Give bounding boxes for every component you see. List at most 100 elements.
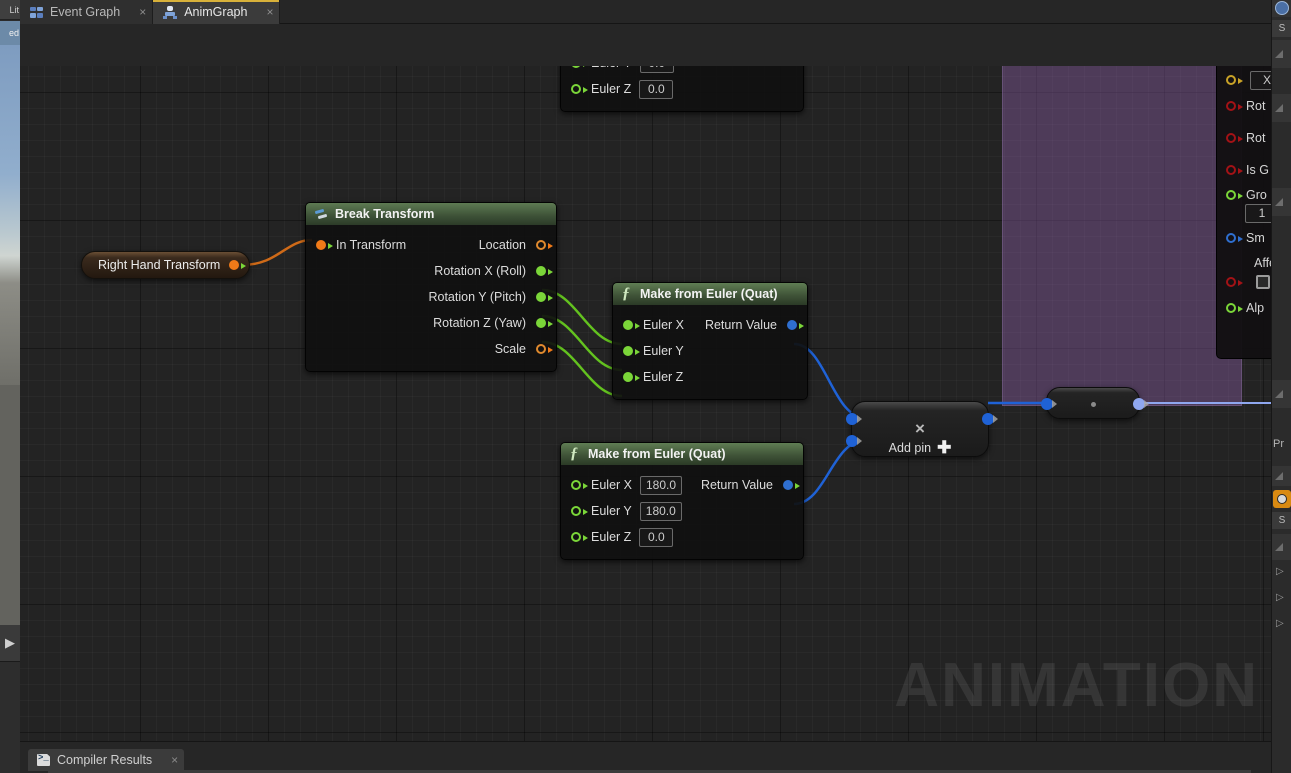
- input-negate-x[interactable]: X: [1250, 70, 1271, 90]
- triangle-collapse-icon[interactable]: [1275, 50, 1283, 58]
- function-icon: ƒ: [570, 445, 578, 462]
- node-header[interactable]: ƒ Make from Euler (Quat): [561, 443, 803, 465]
- right-dock-section-2[interactable]: [1272, 94, 1291, 122]
- chevron-right-icon-2[interactable]: ▷: [1276, 592, 1284, 603]
- pin-label: Sm: [1246, 231, 1265, 245]
- pin-reroute-input[interactable]: [1041, 398, 1057, 410]
- pin-euler-z[interactable]: [623, 372, 640, 382]
- pin-label: Euler Z: [591, 82, 632, 96]
- node-row: Rot: [1217, 122, 1271, 154]
- pin-smooth[interactable]: [1226, 233, 1243, 243]
- checkbox-affects[interactable]: [1256, 275, 1270, 289]
- node-body: In Transform Location Rotation X (Roll) …: [306, 225, 556, 371]
- pin-label: Rotation X (Roll): [434, 264, 526, 278]
- tab-anim-graph[interactable]: AnimGraph ×: [153, 0, 281, 24]
- pin-return-value[interactable]: [783, 480, 800, 490]
- input-euler-x[interactable]: 180.0: [640, 475, 683, 495]
- right-dock-label-s2[interactable]: S: [1272, 512, 1291, 529]
- pin-is-grounded[interactable]: [1226, 165, 1243, 175]
- close-icon[interactable]: ×: [171, 753, 178, 767]
- node-clipped-right[interactable]: Neg X Rot Rot Is G Gro: [1216, 41, 1271, 359]
- right-dock-section-1[interactable]: [1272, 40, 1291, 68]
- pin-rotation-x-roll[interactable]: [536, 266, 553, 276]
- right-dock-section-6[interactable]: [1272, 534, 1291, 560]
- tab-label: Compiler Results: [57, 753, 153, 767]
- pin-multiply-output[interactable]: [982, 413, 998, 425]
- input-ground-value[interactable]: 1: [1245, 203, 1271, 223]
- pin-in-transform[interactable]: [316, 240, 333, 250]
- right-dock-section-3[interactable]: [1272, 188, 1291, 216]
- left-sliver-tab[interactable]: Lit: [0, 0, 20, 20]
- pin-alpha[interactable]: [1226, 303, 1243, 313]
- pin-label: Scale: [494, 342, 526, 356]
- triangle-collapse-icon[interactable]: [1275, 104, 1283, 112]
- node-right-hand-transform[interactable]: Right Hand Transform: [81, 251, 251, 279]
- globe-icon[interactable]: [1275, 1, 1289, 15]
- right-dock-strip: S Pr S ▷ ▷ ▷: [1271, 0, 1291, 773]
- close-icon[interactable]: ×: [266, 5, 273, 19]
- node-row: In Transform Location: [306, 232, 556, 258]
- pin-negate[interactable]: [1226, 75, 1243, 85]
- graph-canvas[interactable]: ANIMATION ƒ Euler X 180.0 Return Value: [20, 24, 1271, 741]
- pin-euler-x[interactable]: [623, 320, 640, 330]
- tab-label: Event Graph: [50, 5, 121, 19]
- node-make-from-euler-mid[interactable]: ƒ Make from Euler (Quat) Euler X Return …: [612, 282, 808, 400]
- right-dock-section-5[interactable]: [1272, 466, 1291, 486]
- left-sliver-toolbar[interactable]: ed: [0, 21, 20, 45]
- pin-label: Euler Z: [591, 530, 632, 544]
- chevron-right-icon-3[interactable]: ▷: [1276, 618, 1284, 629]
- node-row: Euler Y: [613, 338, 807, 364]
- node-row: Sm: [1217, 222, 1271, 254]
- pin-location[interactable]: [536, 240, 553, 250]
- chevron-right-icon-1[interactable]: ▷: [1276, 566, 1284, 577]
- right-dock-section-4[interactable]: [1272, 380, 1291, 408]
- pin-output[interactable]: [229, 260, 247, 270]
- selected-item-indicator[interactable]: [1273, 490, 1291, 508]
- node-header[interactable]: ƒ Make from Euler (Quat): [613, 283, 807, 305]
- pin-rotation-y-pitch[interactable]: [536, 292, 553, 302]
- pin-scale[interactable]: [536, 344, 553, 354]
- close-icon[interactable]: ×: [139, 5, 146, 19]
- triangle-collapse-icon[interactable]: [1275, 472, 1283, 480]
- node-break-transform[interactable]: Break Transform In Transform Location Ro…: [305, 202, 557, 372]
- pin-euler-z[interactable]: [571, 84, 588, 94]
- node-make-from-euler-bottom[interactable]: ƒ Make from Euler (Quat) Euler X 180.0 R…: [560, 442, 804, 560]
- input-euler-z[interactable]: 0.0: [639, 79, 674, 99]
- pin-euler-x[interactable]: [571, 480, 588, 490]
- pin-euler-y[interactable]: [623, 346, 640, 356]
- left-sliver-viewport-lower: [0, 385, 20, 625]
- left-sliver-expand-arrow[interactable]: ▶: [0, 625, 20, 661]
- tab-compiler-results[interactable]: Compiler Results ×: [28, 749, 185, 771]
- pin-multiply-input-a[interactable]: [846, 413, 862, 425]
- triangle-collapse-icon[interactable]: [1275, 390, 1283, 398]
- pin-affects[interactable]: [1226, 277, 1243, 287]
- node-reroute[interactable]: [1041, 387, 1149, 419]
- pin-label: Euler Y: [591, 504, 632, 518]
- node-title: Break Transform: [335, 207, 435, 221]
- node-body: Euler X 180.0 Return Value Euler Y 180.0…: [561, 465, 803, 559]
- pin-rotation-b[interactable]: [1226, 133, 1243, 143]
- input-euler-z[interactable]: 0.0: [639, 527, 674, 547]
- node-multiply-quat[interactable]: × Add pin ✚: [846, 401, 998, 458]
- pin-euler-y[interactable]: [571, 506, 588, 516]
- pin-multiply-input-b[interactable]: [846, 435, 862, 447]
- add-pin-button[interactable]: Add pin ✚: [889, 438, 952, 458]
- node-header[interactable]: Break Transform: [306, 203, 556, 225]
- grid-blueprint-icon: [30, 6, 43, 18]
- add-pin-label: Add pin: [888, 441, 932, 455]
- pin-reroute-output[interactable]: [1133, 398, 1149, 410]
- input-euler-y[interactable]: 180.0: [639, 501, 682, 521]
- tab-label: AnimGraph: [184, 5, 248, 19]
- node-row: Rotation Y (Pitch): [306, 284, 556, 310]
- triangle-collapse-icon[interactable]: [1275, 198, 1283, 206]
- pin-rotation-a[interactable]: [1226, 101, 1243, 111]
- pin-ground[interactable]: [1226, 190, 1243, 200]
- tab-event-graph[interactable]: Event Graph ×: [20, 0, 154, 24]
- triangle-collapse-icon[interactable]: [1275, 543, 1283, 551]
- pin-return-value[interactable]: [787, 320, 804, 330]
- pin-euler-z[interactable]: [571, 532, 588, 542]
- node-row: Alp: [1217, 292, 1271, 324]
- pin-rotation-z-yaw[interactable]: [536, 318, 553, 328]
- right-dock-label-s1[interactable]: S: [1272, 20, 1291, 37]
- pin-label: Euler X: [591, 478, 632, 492]
